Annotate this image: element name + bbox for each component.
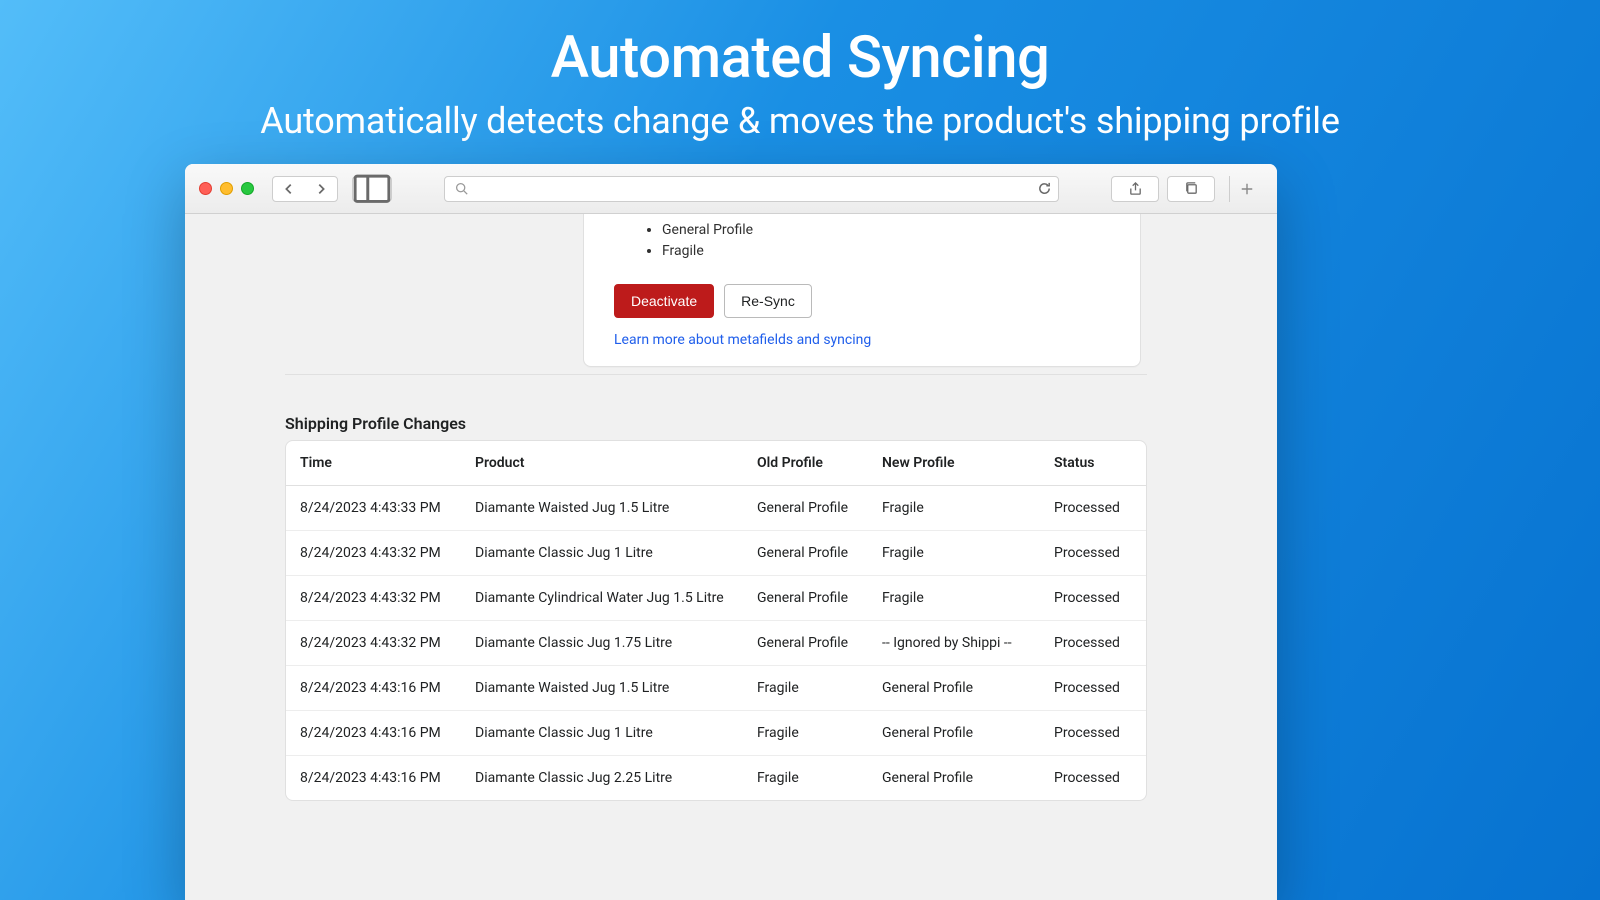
page-content: General Profile Fragile Deactivate Re-Sy… bbox=[185, 214, 1277, 900]
table-row: 8/24/2023 4:43:32 PMDiamante Classic Jug… bbox=[286, 530, 1146, 575]
hero-subtitle: Automatically detects change & moves the… bbox=[0, 100, 1600, 142]
profile-list: General Profile Fragile bbox=[662, 220, 1116, 262]
cell-new: Fragile bbox=[882, 500, 1054, 516]
cell-product: Diamante Classic Jug 1 Litre bbox=[475, 725, 757, 741]
sync-settings-card: General Profile Fragile Deactivate Re-Sy… bbox=[583, 214, 1141, 367]
list-item: General Profile bbox=[662, 220, 1116, 241]
table-row: 8/24/2023 4:43:32 PMDiamante Classic Jug… bbox=[286, 620, 1146, 665]
cell-product: Diamante Waisted Jug 1.5 Litre bbox=[475, 500, 757, 516]
col-header-product: Product bbox=[475, 455, 757, 471]
reload-icon bbox=[1037, 181, 1052, 196]
share-button[interactable] bbox=[1111, 176, 1159, 202]
cell-status: Processed bbox=[1054, 590, 1132, 606]
changes-table: Time Product Old Profile New Profile Sta… bbox=[285, 440, 1147, 801]
cell-new: General Profile bbox=[882, 770, 1054, 786]
cell-new: Fragile bbox=[882, 545, 1054, 561]
section-title: Shipping Profile Changes bbox=[285, 414, 466, 433]
cell-old: General Profile bbox=[757, 545, 882, 561]
learn-more-link[interactable]: Learn more about metafields and syncing bbox=[614, 332, 1116, 348]
table-row: 8/24/2023 4:43:32 PMDiamante Cylindrical… bbox=[286, 575, 1146, 620]
search-icon bbox=[455, 182, 468, 195]
cell-new: General Profile bbox=[882, 725, 1054, 741]
cell-old: Fragile bbox=[757, 725, 882, 741]
cell-time: 8/24/2023 4:43:32 PM bbox=[300, 635, 475, 651]
tabs-icon bbox=[1184, 181, 1199, 196]
cell-status: Processed bbox=[1054, 725, 1132, 741]
col-header-old-profile: Old Profile bbox=[757, 455, 882, 471]
cell-time: 8/24/2023 4:43:32 PM bbox=[300, 545, 475, 561]
list-item: Fragile bbox=[662, 241, 1116, 262]
table-header-row: Time Product Old Profile New Profile Sta… bbox=[286, 441, 1146, 486]
table-row: 8/24/2023 4:43:33 PMDiamante Waisted Jug… bbox=[286, 486, 1146, 530]
nav-arrows bbox=[272, 176, 338, 202]
cell-product: Diamante Waisted Jug 1.5 Litre bbox=[475, 680, 757, 696]
cell-product: Diamante Cylindrical Water Jug 1.5 Litre bbox=[475, 590, 757, 606]
cell-time: 8/24/2023 4:43:33 PM bbox=[300, 500, 475, 516]
cell-old: General Profile bbox=[757, 590, 882, 606]
browser-window: General Profile Fragile Deactivate Re-Sy… bbox=[185, 164, 1277, 900]
plus-icon bbox=[1240, 182, 1254, 196]
divider bbox=[285, 374, 1147, 375]
table-row: 8/24/2023 4:43:16 PMDiamante Waisted Jug… bbox=[286, 665, 1146, 710]
table-row: 8/24/2023 4:43:16 PMDiamante Classic Jug… bbox=[286, 710, 1146, 755]
url-bar[interactable] bbox=[444, 176, 1059, 202]
minimize-window-button[interactable] bbox=[220, 182, 233, 195]
cell-old: General Profile bbox=[757, 500, 882, 516]
cell-time: 8/24/2023 4:43:16 PM bbox=[300, 680, 475, 696]
cell-status: Processed bbox=[1054, 545, 1132, 561]
cell-new: Fragile bbox=[882, 590, 1054, 606]
col-header-status: Status bbox=[1054, 455, 1132, 471]
close-window-button[interactable] bbox=[199, 182, 212, 195]
cell-status: Processed bbox=[1054, 635, 1132, 651]
cell-time: 8/24/2023 4:43:16 PM bbox=[300, 725, 475, 741]
tabs-button[interactable] bbox=[1167, 176, 1215, 202]
share-icon bbox=[1128, 181, 1143, 196]
col-header-time: Time bbox=[300, 455, 475, 471]
reload-button[interactable] bbox=[1037, 177, 1052, 201]
table-row: 8/24/2023 4:43:16 PMDiamante Classic Jug… bbox=[286, 755, 1146, 800]
cell-old: Fragile bbox=[757, 680, 882, 696]
back-button[interactable] bbox=[273, 177, 305, 201]
traffic-lights bbox=[199, 182, 254, 195]
cell-product: Diamante Classic Jug 1 Litre bbox=[475, 545, 757, 561]
forward-button[interactable] bbox=[305, 177, 337, 201]
cell-old: General Profile bbox=[757, 635, 882, 651]
cell-product: Diamante Classic Jug 2.25 Litre bbox=[475, 770, 757, 786]
resync-button[interactable]: Re-Sync bbox=[724, 284, 812, 318]
sidebar-toggle-button[interactable] bbox=[352, 176, 392, 202]
hero-title: Automated Syncing bbox=[0, 0, 1600, 92]
browser-chrome bbox=[185, 164, 1277, 214]
cell-status: Processed bbox=[1054, 680, 1132, 696]
cell-time: 8/24/2023 4:43:16 PM bbox=[300, 770, 475, 786]
cell-status: Processed bbox=[1054, 770, 1132, 786]
table-body: 8/24/2023 4:43:33 PMDiamante Waisted Jug… bbox=[286, 486, 1146, 800]
deactivate-button[interactable]: Deactivate bbox=[614, 284, 714, 318]
col-header-new-profile: New Profile bbox=[882, 455, 1054, 471]
cell-time: 8/24/2023 4:43:32 PM bbox=[300, 590, 475, 606]
cell-product: Diamante Classic Jug 1.75 Litre bbox=[475, 635, 757, 651]
cell-status: Processed bbox=[1054, 500, 1132, 516]
cell-new: General Profile bbox=[882, 680, 1054, 696]
cell-old: Fragile bbox=[757, 770, 882, 786]
cell-new: -- Ignored by Shippi -- bbox=[882, 635, 1054, 651]
maximize-window-button[interactable] bbox=[241, 182, 254, 195]
new-tab-button[interactable] bbox=[1229, 176, 1263, 202]
